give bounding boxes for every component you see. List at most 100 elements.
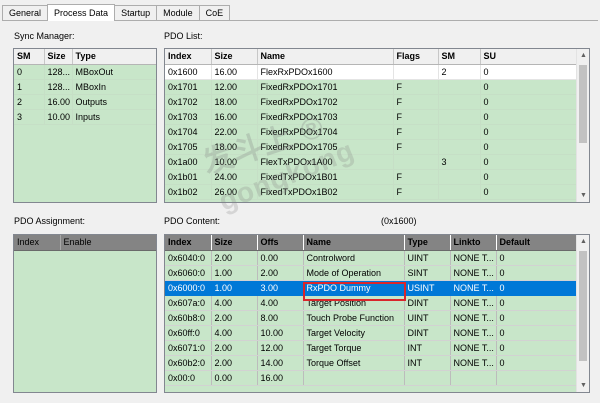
table-cell: 12.00 (257, 340, 304, 356)
column-header[interactable]: Offs (257, 235, 304, 251)
column-header[interactable]: Enable (60, 235, 156, 251)
tab-startup[interactable]: Startup (114, 5, 158, 21)
table-cell: 2.00 (257, 265, 304, 281)
table-row[interactable]: 0x607a:0 4.00 4.00 Target Position DINT NONE … (165, 295, 578, 311)
table-cell: UINT (404, 310, 451, 326)
table-cell: 0x1701 (165, 79, 212, 95)
column-header[interactable]: Index (165, 49, 212, 65)
table-row[interactable]: 1 128... MBoxIn (14, 79, 156, 95)
column-header[interactable]: Default (496, 235, 578, 251)
column-header[interactable]: Size (211, 49, 258, 65)
column-header[interactable]: Size (211, 235, 258, 251)
table-cell: 0x60b2:0 (165, 355, 212, 371)
column-header[interactable]: Flags (393, 49, 439, 65)
column-header[interactable]: Index (165, 235, 212, 251)
table-row[interactable]: 2 16.00 Outputs (14, 94, 156, 110)
table-row[interactable]: 0 128... MBoxOut (14, 64, 156, 80)
tab-strip: General Process Data Startup Module CoE (2, 4, 231, 21)
table-row[interactable]: 0x1a00 10.00 FlexTxPDOx1A00 3 0 (165, 154, 578, 170)
scrollbar-thumb[interactable] (579, 65, 587, 143)
pdo-list-header: Index Size Name Flags SM SU (165, 49, 578, 65)
table-row[interactable]: 0x00:0 0.00 16.00 (165, 370, 578, 386)
table-cell: Target Torque (303, 340, 405, 356)
column-header[interactable]: SU (480, 49, 578, 65)
column-header[interactable]: Size (44, 49, 73, 65)
table-row[interactable]: 0x6000:0 1.00 3.00 RxPDO Dummy USINT NONE T..… (165, 280, 578, 296)
pdo-list-scrollbar[interactable]: ▲ ▼ (576, 49, 589, 202)
table-row[interactable]: 0x6060:0 1.00 2.00 Mode of Operation SINT NON… (165, 265, 578, 281)
table-cell: 0 (496, 250, 578, 266)
tab-module[interactable]: Module (156, 5, 200, 21)
table-cell: 0 (480, 169, 578, 185)
table-row[interactable]: 0x60ff:0 4.00 10.00 Target Velocity DINT NONE… (165, 325, 578, 341)
table-cell: 2 (14, 94, 45, 110)
table-row[interactable]: 0x1600 16.00 FlexRxPDOx1600 2 0 (165, 64, 578, 80)
pdo-content-context: (0x1600) (381, 216, 417, 226)
scrollbar-thumb[interactable] (579, 251, 587, 361)
tab-coe[interactable]: CoE (198, 5, 231, 21)
table-cell: 0x6060:0 (165, 265, 212, 281)
table-row[interactable]: 3 10.00 Inputs (14, 109, 156, 125)
table-cell: 0 (496, 340, 578, 356)
table-cell (438, 79, 481, 95)
table-cell: 4.00 (257, 295, 304, 311)
table-cell: 0 (480, 124, 578, 140)
scroll-down-icon[interactable]: ▼ (577, 189, 589, 202)
table-cell: 2.00 (211, 250, 258, 266)
table-cell: 0 (480, 94, 578, 110)
table-cell: 4.00 (211, 325, 258, 341)
table-cell: FixedTxPDOx1B02 (257, 184, 394, 200)
table-cell: NONE T... (450, 310, 497, 326)
table-cell (496, 370, 578, 386)
table-row[interactable]: 0x1704 22.00 FixedRxPDOx1704 F 0 (165, 124, 578, 140)
table-cell: 0 (496, 265, 578, 281)
column-header[interactable]: SM (438, 49, 481, 65)
table-row[interactable]: 0x6040:0 2.00 0.00 Controlword UINT NONE T...… (165, 250, 578, 266)
table-cell: 0x6040:0 (165, 250, 212, 266)
table-row[interactable]: 0x1705 18.00 FixedRxPDOx1705 F 0 (165, 139, 578, 155)
table-row[interactable]: 0x60b2:0 2.00 14.00 Torque Offset INT NONE T.… (165, 355, 578, 371)
table-row[interactable]: 0x6071:0 2.00 12.00 Target Torque INT NONE T.… (165, 340, 578, 356)
table-cell: F (393, 94, 439, 110)
column-header[interactable]: Type (72, 49, 156, 65)
table-cell: 1.00 (211, 265, 258, 281)
table-cell: 10.00 (257, 325, 304, 341)
table-cell: 0x1b02 (165, 184, 212, 200)
table-cell: 0x1704 (165, 124, 212, 140)
table-cell: Touch Probe Function (303, 310, 405, 326)
table-cell: FixedRxPDOx1704 (257, 124, 394, 140)
pdo-content-scrollbar[interactable]: ▲ ▼ (576, 235, 589, 392)
tab-process-data[interactable]: Process Data (47, 4, 116, 21)
table-cell: 14.00 (257, 355, 304, 371)
table-cell: 0 (480, 79, 578, 95)
table-row[interactable]: 0x1701 12.00 FixedRxPDOx1701 F 0 (165, 79, 578, 95)
scroll-up-icon[interactable]: ▲ (577, 235, 589, 248)
table-row[interactable]: 0x1b01 24.00 FixedTxPDOx1B01 F 0 (165, 169, 578, 185)
table-cell: NONE T... (450, 295, 497, 311)
column-header[interactable]: Index (14, 235, 61, 251)
column-header[interactable]: Type (404, 235, 451, 251)
table-cell: 4.00 (211, 295, 258, 311)
scroll-down-icon[interactable]: ▼ (577, 379, 589, 392)
sync-manager-header: SM Size Type (14, 49, 156, 65)
table-cell: UINT (404, 250, 451, 266)
column-header[interactable]: Name (303, 235, 405, 251)
table-cell (438, 139, 481, 155)
table-cell: 0 (14, 64, 45, 80)
scroll-up-icon[interactable]: ▲ (577, 49, 589, 62)
table-cell: 2 (438, 64, 481, 80)
table-cell: 18.00 (211, 94, 258, 110)
column-header[interactable]: Linkto (450, 235, 497, 251)
table-cell: 10.00 (211, 154, 258, 170)
table-row[interactable]: 0x1702 18.00 FixedRxPDOx1702 F 0 (165, 94, 578, 110)
table-cell (438, 169, 481, 185)
table-row[interactable]: 0x1703 16.00 FixedRxPDOx1703 F 0 (165, 109, 578, 125)
table-cell: 0.00 (257, 250, 304, 266)
table-cell: USINT (404, 280, 451, 296)
table-cell: MBoxIn (72, 79, 156, 95)
table-row[interactable]: 0x1b02 26.00 FixedTxPDOx1B02 F 0 (165, 184, 578, 200)
column-header[interactable]: Name (257, 49, 394, 65)
tab-general[interactable]: General (2, 5, 49, 21)
table-row[interactable]: 0x60b8:0 2.00 8.00 Touch Probe Function UINT… (165, 310, 578, 326)
column-header[interactable]: SM (14, 49, 45, 65)
